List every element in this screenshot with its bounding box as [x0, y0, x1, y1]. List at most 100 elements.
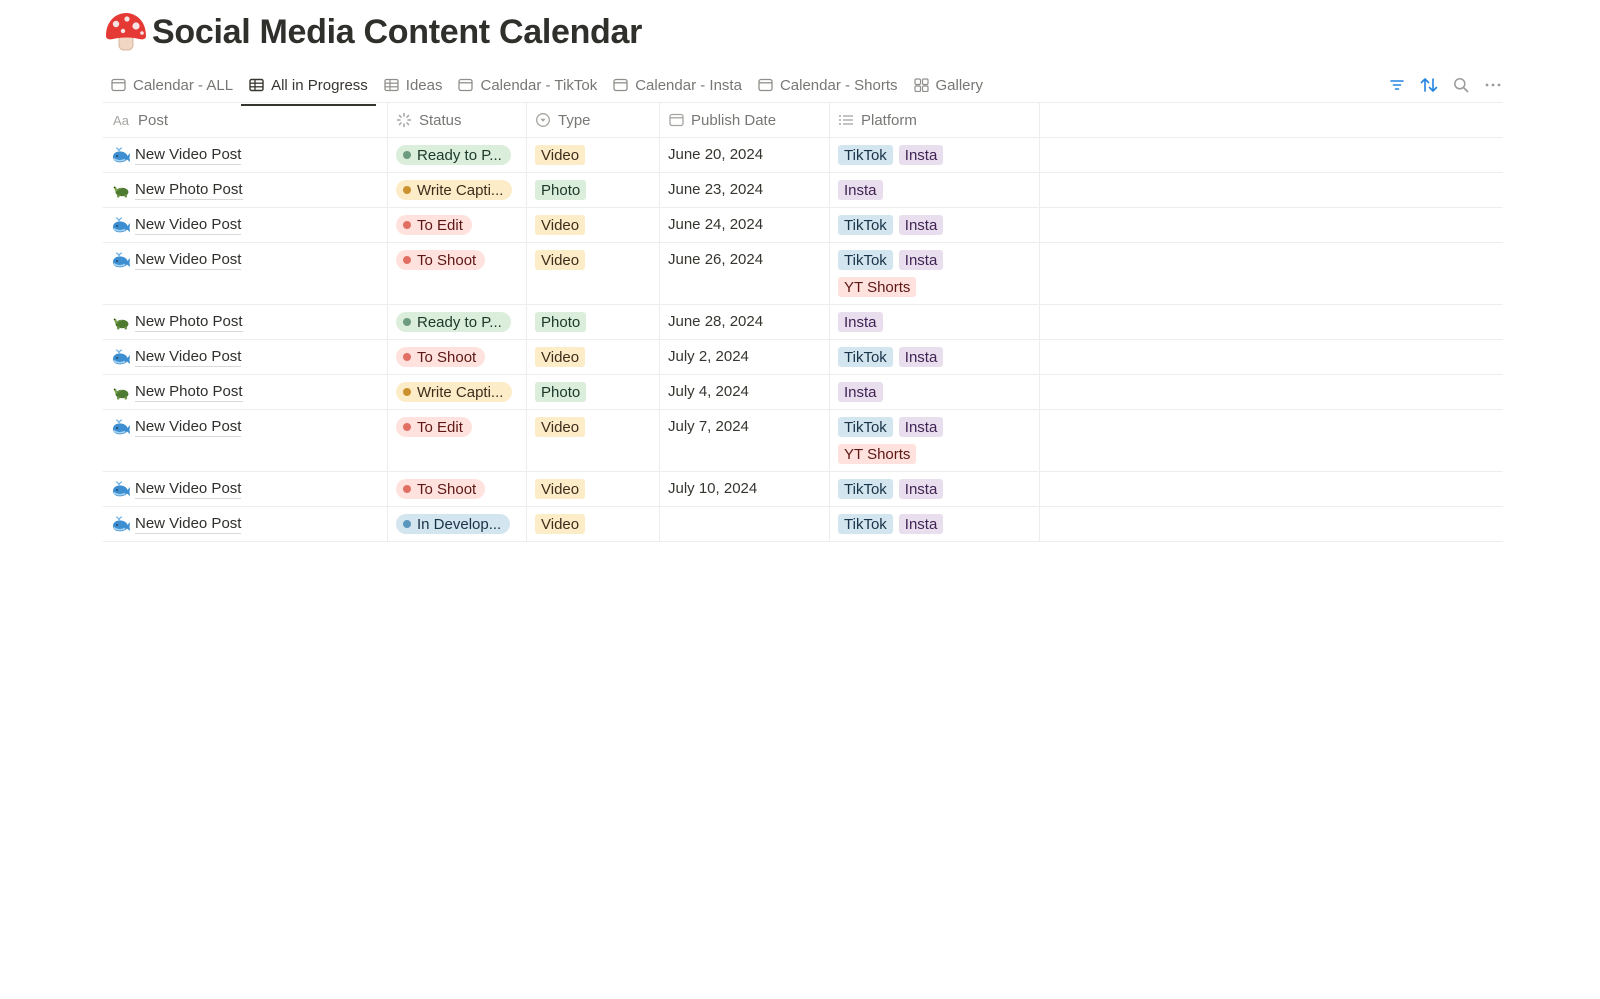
platform-tag[interactable]: Insta: [898, 514, 944, 534]
table-row[interactable]: New Video Post Ready to P... Video June …: [103, 138, 1503, 173]
cell-publish-date[interactable]: June 26, 2024: [660, 243, 830, 304]
status-badge[interactable]: In Develop...: [396, 514, 511, 534]
cell-post[interactable]: New Photo Post: [103, 375, 388, 409]
cell-type[interactable]: Photo: [527, 173, 660, 207]
cell-platform[interactable]: TikTok Insta YT Shorts: [830, 410, 1040, 471]
platform-tag[interactable]: Insta: [838, 180, 883, 200]
cell-publish-date[interactable]: [660, 507, 830, 541]
tab-calendar-tiktok[interactable]: Calendar - TikTok: [450, 66, 605, 104]
cell-publish-date[interactable]: June 28, 2024: [660, 305, 830, 339]
post-title-link[interactable]: New Video Post: [135, 348, 242, 367]
type-tag[interactable]: Photo: [535, 382, 587, 402]
platform-tag[interactable]: Insta: [898, 417, 944, 437]
platform-tag[interactable]: TikTok: [838, 250, 893, 270]
cell-post[interactable]: New Video Post: [103, 243, 388, 304]
type-tag[interactable]: Video: [535, 479, 586, 499]
cell-status[interactable]: Write Capti...: [388, 173, 527, 207]
cell-platform[interactable]: TikTok Insta: [830, 138, 1040, 172]
post-title-link[interactable]: New Video Post: [135, 515, 242, 534]
platform-tag[interactable]: TikTok: [838, 215, 893, 235]
type-tag[interactable]: Video: [535, 145, 586, 165]
cell-type[interactable]: Video: [527, 138, 660, 172]
cell-type[interactable]: Video: [527, 507, 660, 541]
cell-status[interactable]: Write Capti...: [388, 375, 527, 409]
cell-status[interactable]: To Edit: [388, 208, 527, 242]
platform-tag[interactable]: TikTok: [838, 417, 893, 437]
platform-tag[interactable]: TikTok: [838, 479, 893, 499]
platform-tag[interactable]: TikTok: [838, 145, 893, 165]
platform-tag[interactable]: Insta: [838, 382, 883, 402]
cell-platform[interactable]: Insta: [830, 305, 1040, 339]
cell-platform[interactable]: TikTok Insta: [830, 472, 1040, 506]
type-tag[interactable]: Video: [535, 250, 586, 270]
mushroom-icon[interactable]: [103, 10, 149, 54]
cell-platform[interactable]: Insta: [830, 375, 1040, 409]
cell-type[interactable]: Video: [527, 340, 660, 374]
platform-tag[interactable]: YT Shorts: [838, 277, 917, 297]
cell-post[interactable]: New Video Post: [103, 340, 388, 374]
cell-post[interactable]: New Video Post: [103, 507, 388, 541]
cell-platform[interactable]: TikTok Insta: [830, 208, 1040, 242]
type-tag[interactable]: Video: [535, 417, 586, 437]
cell-type[interactable]: Photo: [527, 305, 660, 339]
cell-post[interactable]: New Photo Post: [103, 305, 388, 339]
column-header-platform[interactable]: Platform: [830, 103, 1040, 137]
status-badge[interactable]: To Shoot: [396, 250, 486, 270]
post-title-link[interactable]: New Video Post: [135, 480, 242, 499]
cell-post[interactable]: New Video Post: [103, 138, 388, 172]
status-badge[interactable]: To Edit: [396, 417, 472, 437]
table-row[interactable]: New Video Post To Edit Video June 24, 20…: [103, 208, 1503, 243]
platform-tag[interactable]: Insta: [898, 347, 944, 367]
type-tag[interactable]: Video: [535, 215, 586, 235]
cell-platform[interactable]: TikTok Insta: [830, 340, 1040, 374]
type-tag[interactable]: Video: [535, 347, 586, 367]
tab-all-in-progress[interactable]: All in Progress: [241, 66, 376, 106]
status-badge[interactable]: To Shoot: [396, 479, 486, 499]
cell-publish-date[interactable]: July 4, 2024: [660, 375, 830, 409]
cell-type[interactable]: Video: [527, 243, 660, 304]
sort-icon[interactable]: [1419, 75, 1439, 95]
table-row[interactable]: New Video Post To Shoot Video July 2, 20…: [103, 340, 1503, 375]
cell-post[interactable]: New Video Post: [103, 208, 388, 242]
post-title-link[interactable]: New Photo Post: [135, 181, 243, 200]
cell-publish-date[interactable]: July 10, 2024: [660, 472, 830, 506]
type-tag[interactable]: Photo: [535, 312, 587, 332]
status-badge[interactable]: Ready to P...: [396, 145, 511, 165]
cell-type[interactable]: Video: [527, 472, 660, 506]
table-row[interactable]: New Photo Post Ready to P... Photo June …: [103, 305, 1503, 340]
column-header-status[interactable]: Status: [388, 103, 527, 137]
status-badge[interactable]: To Edit: [396, 215, 472, 235]
more-icon[interactable]: [1483, 75, 1503, 95]
tab-gallery[interactable]: Gallery: [906, 66, 992, 104]
platform-tag[interactable]: Insta: [898, 479, 944, 499]
cell-status[interactable]: Ready to P...: [388, 305, 527, 339]
platform-tag[interactable]: Insta: [898, 250, 944, 270]
type-tag[interactable]: Photo: [535, 180, 587, 200]
table-row[interactable]: New Photo Post Write Capti... Photo July…: [103, 375, 1503, 410]
filter-icon[interactable]: [1387, 75, 1407, 95]
cell-status[interactable]: Ready to P...: [388, 138, 527, 172]
platform-tag[interactable]: Insta: [898, 215, 944, 235]
cell-post[interactable]: New Photo Post: [103, 173, 388, 207]
tab-ideas[interactable]: Ideas: [376, 66, 451, 104]
cell-platform[interactable]: TikTok Insta YT Shorts: [830, 243, 1040, 304]
status-badge[interactable]: Write Capti...: [396, 180, 513, 200]
tab-calendar-shorts[interactable]: Calendar - Shorts: [750, 66, 906, 104]
cell-post[interactable]: New Video Post: [103, 472, 388, 506]
tab-calendar-all[interactable]: Calendar - ALL: [103, 66, 241, 104]
tab-calendar-insta[interactable]: Calendar - Insta: [605, 66, 750, 104]
post-title-link[interactable]: New Photo Post: [135, 383, 243, 402]
search-icon[interactable]: [1451, 75, 1471, 95]
column-header-type[interactable]: Type: [527, 103, 660, 137]
column-header-post[interactable]: Aa Post: [103, 103, 388, 137]
cell-publish-date[interactable]: June 24, 2024: [660, 208, 830, 242]
table-row[interactable]: New Video Post To Shoot Video June 26, 2…: [103, 243, 1503, 305]
platform-tag[interactable]: YT Shorts: [838, 444, 917, 464]
cell-status[interactable]: To Edit: [388, 410, 527, 471]
post-title-link[interactable]: New Photo Post: [135, 313, 243, 332]
cell-type[interactable]: Photo: [527, 375, 660, 409]
post-title-link[interactable]: New Video Post: [135, 146, 242, 165]
post-title-link[interactable]: New Video Post: [135, 418, 242, 437]
cell-type[interactable]: Video: [527, 410, 660, 471]
cell-status[interactable]: To Shoot: [388, 340, 527, 374]
